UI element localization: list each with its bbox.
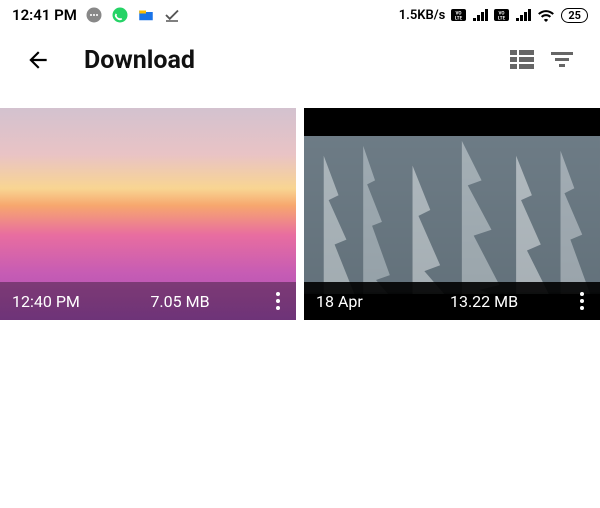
chat-icon	[85, 6, 103, 24]
filter-button[interactable]	[542, 40, 582, 80]
volte2-icon: VOLTE	[494, 9, 509, 21]
signal1-icon	[472, 9, 488, 21]
more-options-button[interactable]	[272, 292, 284, 310]
media-item[interactable]: 18 Apr 13.22 MB	[304, 108, 600, 320]
media-size: 7.05 MB	[88, 292, 272, 311]
page-title: Download	[84, 46, 195, 75]
status-right: 1.5KB/s VOLTE VOLTE 25	[399, 8, 588, 23]
whatsapp-icon	[111, 6, 129, 24]
media-item[interactable]: 12:40 PM 7.05 MB	[0, 108, 296, 320]
signal2-icon	[515, 9, 531, 21]
check-icon	[163, 6, 181, 24]
media-time: 18 Apr	[316, 292, 392, 311]
media-grid: 12:40 PM 7.05 MB 18 Apr 13.2	[0, 108, 600, 320]
wifi-icon	[537, 9, 555, 22]
more-options-button[interactable]	[576, 292, 588, 310]
media-meta: 18 Apr 13.22 MB	[304, 282, 600, 320]
folder-icon	[137, 6, 155, 24]
status-left: 12:41 PM	[12, 6, 181, 24]
app-bar: Download	[0, 30, 600, 90]
back-button[interactable]	[18, 40, 58, 80]
view-list-button[interactable]	[502, 40, 542, 80]
media-time: 12:40 PM	[12, 292, 88, 311]
status-bar: 12:41 PM 1.5KB/s VOLTE VOLTE 25	[0, 0, 600, 30]
status-time: 12:41 PM	[12, 6, 77, 24]
media-size: 13.22 MB	[392, 292, 576, 311]
media-meta: 12:40 PM 7.05 MB	[0, 282, 296, 320]
volte1-icon: VOLTE	[451, 9, 466, 21]
svg-text:LTE: LTE	[455, 16, 463, 22]
battery-indicator: 25	[561, 8, 588, 23]
net-speed: 1.5KB/s	[399, 8, 446, 23]
svg-text:LTE: LTE	[498, 16, 506, 22]
